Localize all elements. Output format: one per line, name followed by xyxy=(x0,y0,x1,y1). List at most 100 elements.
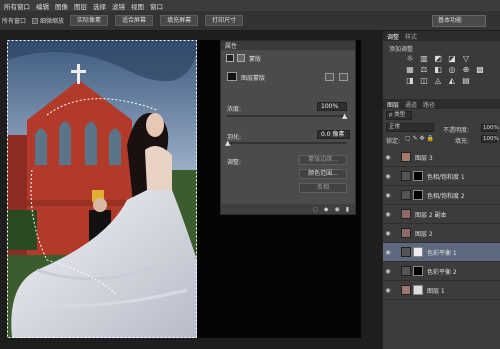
mask-select-icon[interactable] xyxy=(325,73,334,81)
opacity-field[interactable]: 100% xyxy=(481,124,499,132)
layer-thumbnail xyxy=(401,228,411,238)
mask-edge-button[interactable]: 蒙版边缘... xyxy=(299,155,347,165)
eye-icon[interactable]: ◉ xyxy=(383,154,393,161)
menu-item-5[interactable]: 滤镜 xyxy=(112,1,125,11)
eye-icon[interactable]: ◉ xyxy=(383,249,393,256)
eye-icon[interactable]: ◉ xyxy=(383,192,393,199)
density-field[interactable]: 100% xyxy=(317,102,347,111)
fill-screen-button[interactable]: 填充屏幕 xyxy=(160,15,199,26)
layer-row[interactable]: ◉ 色相/饱和度 2 xyxy=(383,186,500,205)
selective-color-icon[interactable]: ◭ xyxy=(445,75,459,86)
fit-screen-button[interactable]: 适合屏幕 xyxy=(115,15,154,26)
layer-name: 色彩平衡 1 xyxy=(427,249,457,257)
menu-item-2[interactable]: 图像 xyxy=(55,1,68,11)
eye-icon[interactable]: ◉ xyxy=(383,287,393,294)
trash-icon[interactable]: ▮ xyxy=(346,206,349,213)
menu-item-4[interactable]: 选择 xyxy=(93,1,106,11)
curves-icon[interactable]: ◩ xyxy=(431,53,445,64)
feather-field[interactable]: 0.0 像素 xyxy=(317,130,350,139)
adjustment-thumbnail xyxy=(401,247,411,257)
vector-select-icon[interactable] xyxy=(339,73,348,81)
menu-item-7[interactable]: 窗口 xyxy=(150,1,163,11)
properties-tab[interactable]: 属性 xyxy=(225,41,237,50)
brightness-icon[interactable]: ☼ xyxy=(403,53,417,64)
workspace-select[interactable]: 基本功能 xyxy=(432,15,486,27)
levels-icon[interactable]: ▥ xyxy=(417,53,431,64)
layers-panel: 图层 通道 路径 ρ 类型 正常 不透明度: 100% 锁定: ▢ ✎ ✥ 🔒 … xyxy=(383,99,500,349)
properties-type-label: 蒙版 xyxy=(249,56,262,63)
layer-thumbnail xyxy=(401,285,411,295)
eye-icon[interactable]: ◉ xyxy=(383,230,393,237)
layer-name: 色相/饱和度 1 xyxy=(427,173,465,181)
color-balance-icon[interactable]: ⚖ xyxy=(417,64,431,75)
layer-kind-filter[interactable]: ρ 类型 xyxy=(386,111,412,120)
layers-tabs: 图层 通道 路径 xyxy=(383,99,500,109)
density-slider[interactable] xyxy=(227,115,347,117)
layer-row[interactable]: ◉ 图层 1 xyxy=(383,281,500,300)
visibility-icon[interactable]: ◉ xyxy=(334,206,339,213)
invert-icon[interactable]: ◨ xyxy=(403,75,417,86)
menu-item-3[interactable]: 图层 xyxy=(74,1,87,11)
adjustment-thumbnail xyxy=(401,190,411,200)
layer-thumbnail xyxy=(401,209,411,219)
tab-paths[interactable]: 路径 xyxy=(423,100,435,109)
threshold-icon[interactable]: ◬ xyxy=(431,75,445,86)
layer-row[interactable]: ◉ 图层 2 xyxy=(383,224,500,243)
right-panels: 调整 样式 添加调整 ☼ ▥ ◩ ◪ ▽ ▦ ⚖ ◧ ◎ ⊕ ▩ ◨ ◫ ◬ ◭… xyxy=(382,31,500,349)
all-windows-label: 所有窗口 xyxy=(2,18,27,25)
tab-layers[interactable]: 图层 xyxy=(387,100,399,109)
scrubby-zoom-checkbox[interactable]: 细微缩放 xyxy=(32,16,64,25)
feather-slider[interactable] xyxy=(227,142,347,144)
layer-name: 图层 2 xyxy=(415,230,433,238)
menu-item-6[interactable]: 视图 xyxy=(131,1,144,11)
color-range-button[interactable]: 颜色范围... xyxy=(299,169,347,179)
mask-thumbnail xyxy=(413,285,423,295)
black-white-icon[interactable]: ◧ xyxy=(431,64,445,75)
color-lookup-icon[interactable]: ▩ xyxy=(473,64,487,75)
apply-mask-icon[interactable]: ◆ xyxy=(324,206,329,213)
checkbox-icon xyxy=(32,17,39,24)
eye-icon[interactable]: ◉ xyxy=(383,211,393,218)
fill-field[interactable]: 100% xyxy=(481,135,499,143)
layer-row-selected[interactable]: ◉ 色彩平衡 1 xyxy=(383,243,500,262)
channel-mixer-icon[interactable]: ⊕ xyxy=(459,64,473,75)
menu-item-1[interactable]: 编辑 xyxy=(36,1,49,11)
print-size-button[interactable]: 打印尺寸 xyxy=(205,15,244,26)
hue-saturation-icon[interactable]: ▦ xyxy=(403,64,417,75)
wedding-photo-image xyxy=(7,40,197,338)
mask-thumbnail xyxy=(413,190,423,200)
tab-adjustments[interactable]: 调整 xyxy=(387,32,399,41)
properties-panel: 属性 蒙版 图层蒙版 浓度: 100% ▲ 羽化: 0.0 像素 ▲ 调整: 蒙… xyxy=(220,40,356,215)
density-slider-handle[interactable]: ▲ xyxy=(342,112,347,120)
eye-icon[interactable]: ◉ xyxy=(383,268,393,275)
tab-styles[interactable]: 样式 xyxy=(405,32,417,41)
blend-mode-select[interactable]: 正常 xyxy=(386,123,434,132)
vector-mask-icon[interactable] xyxy=(237,54,245,62)
eye-icon[interactable]: ◉ xyxy=(383,173,393,180)
vibrance-icon[interactable]: ▽ xyxy=(459,53,473,64)
opacity-label: 不透明度: xyxy=(443,127,470,134)
layer-row[interactable]: ◉ 图层 2 副本 xyxy=(383,205,500,224)
menu-item-0[interactable]: 所有窗口 xyxy=(4,1,30,11)
tab-channels[interactable]: 通道 xyxy=(405,100,417,109)
fill-label: 填充: xyxy=(455,138,470,145)
canvas-photo[interactable] xyxy=(7,40,197,338)
layer-name: 图层 1 xyxy=(427,287,445,295)
actual-pixels-button[interactable]: 实际像素 xyxy=(70,15,109,26)
layer-row[interactable]: ◉ 图层 3 xyxy=(383,148,500,167)
all-windows-checkbox[interactable]: 所有窗口 xyxy=(2,16,26,25)
mask-type-icon[interactable] xyxy=(226,54,234,62)
mask-thumbnail xyxy=(413,266,423,276)
layer-row[interactable]: ◉ 色彩平衡 2 xyxy=(383,262,500,281)
photo-filter-icon[interactable]: ◎ xyxy=(445,64,459,75)
load-selection-icon[interactable]: ◌ xyxy=(313,206,318,213)
posterize-icon[interactable]: ◫ xyxy=(417,75,431,86)
invert-button[interactable]: 反相 xyxy=(299,183,347,193)
gradient-map-icon[interactable]: ▤ xyxy=(459,75,473,86)
exposure-icon[interactable]: ◪ xyxy=(445,53,459,64)
layer-name: 图层 3 xyxy=(415,154,433,162)
feather-slider-handle[interactable]: ▲ xyxy=(225,139,230,147)
lock-icons[interactable]: ▢ ✎ ✥ 🔒 xyxy=(405,135,434,142)
adjust-label: 调整: xyxy=(227,159,242,166)
layer-row[interactable]: ◉ 色相/饱和度 1 xyxy=(383,167,500,186)
